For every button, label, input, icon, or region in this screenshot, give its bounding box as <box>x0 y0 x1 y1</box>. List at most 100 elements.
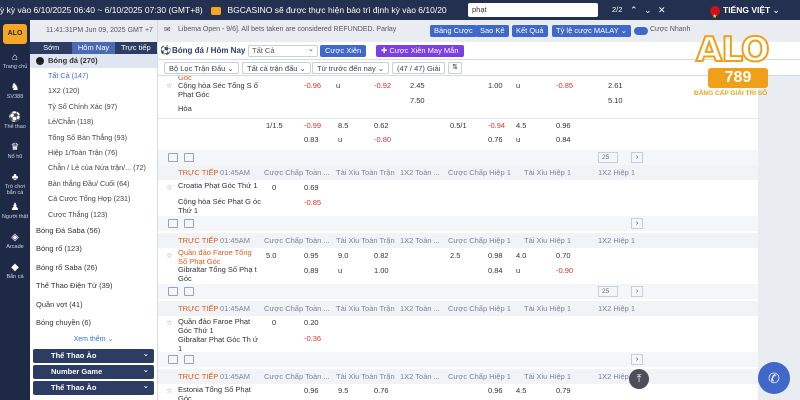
chevron-up-icon[interactable]: ⌃ <box>630 0 638 20</box>
odd-cell[interactable]: 0.89 <box>304 263 319 278</box>
market-half-odd-even[interactable]: Chẵn / Lẻ của Nửa trận/... (72) <box>30 160 157 175</box>
market-combo[interactable]: Cả Cược Tổng Hợp (231) <box>30 191 157 206</box>
tab-live[interactable]: Trực tiếp <box>115 42 157 54</box>
language-selector[interactable]: TIẾNG VIỆT ⌄ <box>710 0 780 27</box>
alo-logo[interactable]: ALO <box>3 24 27 44</box>
chat-support-button[interactable]: ✆ <box>758 362 790 394</box>
odd-cell[interactable]: 0.84 <box>488 263 503 278</box>
next-arrow-icon[interactable]: › <box>631 218 643 229</box>
odd-cell[interactable]: -0.92 <box>374 78 391 93</box>
market-correct-score[interactable]: Tỷ Số Chính Xác (97) <box>30 99 157 114</box>
next-arrow-icon[interactable]: › <box>631 286 643 297</box>
odd-cell[interactable]: -0.36 <box>304 331 321 346</box>
section-number-game[interactable]: Number Game <box>33 363 154 379</box>
tv-icon[interactable] <box>184 355 194 364</box>
odd-cell[interactable]: -0.94 <box>488 118 505 133</box>
tv-icon[interactable] <box>184 219 194 228</box>
tv-icon[interactable] <box>184 287 194 296</box>
next-arrow-icon[interactable]: › <box>631 354 643 365</box>
lucky-parlay-button[interactable]: ✚ Cược Xiên May Mắn <box>376 45 464 57</box>
stats-icon[interactable] <box>168 355 178 364</box>
odd-cell[interactable]: 0.96 <box>304 383 319 398</box>
odd-cell[interactable]: 0.95 <box>304 248 319 263</box>
odd-cell[interactable]: 0.79 <box>556 383 571 398</box>
odd-cell[interactable]: 0.70 <box>556 248 571 263</box>
odd-cell[interactable]: 0.83 <box>304 132 319 147</box>
market-1x2[interactable]: 1X2 (120) <box>30 83 157 98</box>
odd-cell[interactable]: 0.98 <box>488 248 503 263</box>
star-icon[interactable]: ☆ <box>166 383 173 398</box>
sport-tennis[interactable]: Quần vợt (41) <box>30 296 157 315</box>
odd-cell[interactable]: 0.96 <box>488 383 503 398</box>
market-outright[interactable]: Cược Thắng (123) <box>30 207 157 222</box>
next-arrow-icon[interactable]: › <box>631 152 643 163</box>
odds-type-select[interactable]: Tỷ lệ cược MALAY ⌄ <box>552 25 631 37</box>
rail-live[interactable]: ♟ Người thật <box>0 198 30 228</box>
tab-early[interactable]: Sớm <box>30 42 72 54</box>
odd-cell[interactable]: 0.69 <box>304 180 319 195</box>
star-icon[interactable]: ☆ <box>166 180 173 195</box>
market-first-last-goal[interactable]: Bàn thắng Đầu/ Cuối (64) <box>30 176 157 191</box>
odd-cell[interactable]: -0.85 <box>556 78 573 93</box>
rail-games[interactable]: ♣ Trò chơi bắn cá <box>0 168 30 198</box>
odd-cell[interactable]: 1.00 <box>374 263 389 278</box>
sport-football[interactable]: Bóng đá (270) <box>30 54 157 68</box>
odd-cell[interactable]: -0.85 <box>304 195 321 210</box>
rail-sports[interactable]: ⚽ Thể thao <box>0 108 30 138</box>
bet-list-button[interactable]: Bảng Cược <box>430 25 477 37</box>
odd-cell[interactable]: 0.76 <box>374 383 389 398</box>
stats-icon[interactable] <box>168 153 178 162</box>
odd-cell[interactable]: 2.61 <box>608 78 623 93</box>
results-button[interactable]: Kết Quả <box>512 25 548 37</box>
close-icon[interactable]: ✕ <box>658 0 666 20</box>
odd-cell[interactable]: -0.80 <box>374 132 391 147</box>
match-filter-dropdown[interactable]: Bộ Lọc Trận Đấu ⌄ <box>164 62 239 74</box>
star-icon[interactable]: ☆ <box>166 248 173 263</box>
odd-cell[interactable]: -0.99 <box>304 118 321 133</box>
tv-icon[interactable] <box>184 153 194 162</box>
sport-basketball[interactable]: Bóng rổ (123) <box>30 240 157 259</box>
statement-button[interactable]: Sao Kê <box>476 25 509 37</box>
rail-arcade[interactable]: ◈ Arcade <box>0 228 30 258</box>
odd-cell[interactable]: 0.62 <box>374 118 389 133</box>
sort-icon[interactable]: ⇅ <box>448 62 462 74</box>
odd-cell[interactable]: 2.45 <box>410 78 425 93</box>
page-size-select[interactable]: 25 <box>598 286 618 297</box>
odd-cell[interactable]: 0.84 <box>556 132 571 147</box>
odd-cell[interactable]: 0.76 <box>488 132 503 147</box>
show-more-link[interactable]: Xem thêm ⌄ <box>30 333 157 347</box>
odd-cell[interactable]: -0.96 <box>304 78 321 93</box>
page-size-select[interactable]: 25 <box>598 152 618 163</box>
market-total-goals[interactable]: Tổng Số Bàn Thắng (93) <box>30 130 157 145</box>
rail-slots[interactable]: ♛ Nổ hũ <box>0 138 30 168</box>
search-input[interactable]: phạt <box>468 3 598 17</box>
quick-bet-toggle[interactable] <box>634 27 648 35</box>
all-matches-dropdown[interactable]: Tất cả trận đấu ⌄ <box>242 62 311 74</box>
market-all[interactable]: Tất Cả (147) <box>30 68 157 83</box>
odd-cell[interactable]: 0.20 <box>304 315 319 330</box>
market-odd-even[interactable]: Lẻ/Chẵn (118) <box>30 114 157 129</box>
star-icon[interactable]: ☆ <box>166 315 173 330</box>
sport-esports[interactable]: Thể Thao Điện Tử (39) <box>30 277 157 296</box>
market-half-full[interactable]: Hiệp 1/Toàn Trận (76) <box>30 145 157 160</box>
sport-volleyball[interactable]: Bóng chuyền (6) <box>30 314 157 333</box>
parlay-button[interactable]: Cược Xiên <box>320 45 367 57</box>
sort-dropdown[interactable]: Từ trước đến nay ⌄ <box>312 62 390 74</box>
section-virtual-sports[interactable]: Thể Thao Ảo <box>33 347 154 363</box>
odd-cell[interactable]: -0.90 <box>556 263 573 278</box>
rail-sv388[interactable]: ♞ SV388 <box>0 78 30 108</box>
market-select[interactable]: Tất Cả <box>248 44 318 57</box>
tab-today[interactable]: Hôm Nay <box>72 42 115 54</box>
sport-saba-basketball[interactable]: Bóng rổ Saba (26) <box>30 259 157 278</box>
sport-saba-football[interactable]: Bóng Đá Saba (56) <box>30 222 157 241</box>
odd-cell[interactable]: 0.82 <box>374 248 389 263</box>
rail-fishing[interactable]: ◆ Bắn cá <box>0 258 30 288</box>
chevron-down-icon[interactable]: ⌄ <box>644 0 652 20</box>
odd-cell[interactable]: 0.96 <box>556 118 571 133</box>
section-virtual-sports-2[interactable]: Thể Thao Ảo <box>33 379 154 395</box>
scroll-to-top-button[interactable]: ⤒ <box>629 369 649 389</box>
star-icon[interactable]: ☆ <box>166 78 173 93</box>
rail-home[interactable]: ⌂ Trang chủ <box>0 48 30 78</box>
league-count[interactable]: (47 / 47) Giải <box>392 62 446 74</box>
odd-cell[interactable]: 1.00 <box>488 78 503 93</box>
